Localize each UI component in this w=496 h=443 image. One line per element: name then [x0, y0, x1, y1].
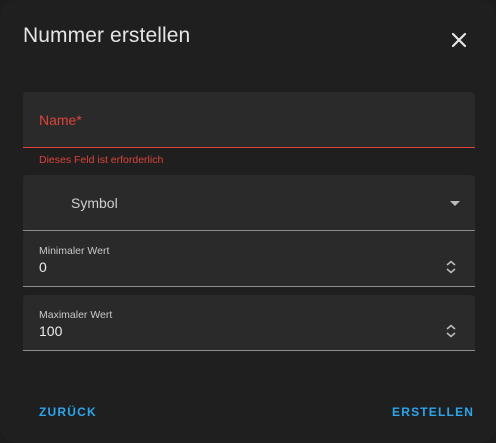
spinner-icon[interactable]: [445, 324, 457, 338]
max-value-label: Maximaler Wert: [39, 309, 113, 321]
create-number-dialog: Nummer erstellen Name* Dieses Feld ist e…: [0, 0, 496, 443]
min-value-label: Minimaler Wert: [39, 245, 110, 257]
symbol-select-label: Symbol: [71, 195, 118, 211]
close-icon[interactable]: [446, 27, 472, 53]
create-button[interactable]: ERSTELLEN: [392, 405, 474, 419]
spinner-icon[interactable]: [445, 260, 457, 274]
symbol-select[interactable]: Symbol: [23, 175, 475, 231]
max-value-input[interactable]: [39, 323, 419, 339]
name-error-text: Dieses Feld ist erforderlich: [39, 154, 164, 166]
back-button[interactable]: ZURÜCK: [39, 405, 97, 419]
name-field-label: Name*: [39, 112, 82, 128]
min-value-field[interactable]: Minimaler Wert: [23, 231, 475, 287]
max-value-field[interactable]: Maximaler Wert: [23, 295, 475, 351]
name-field[interactable]: Name*: [23, 92, 475, 148]
dialog-title: Nummer erstellen: [23, 24, 191, 47]
chevron-down-icon[interactable]: [450, 201, 460, 206]
min-value-input[interactable]: [39, 259, 419, 275]
